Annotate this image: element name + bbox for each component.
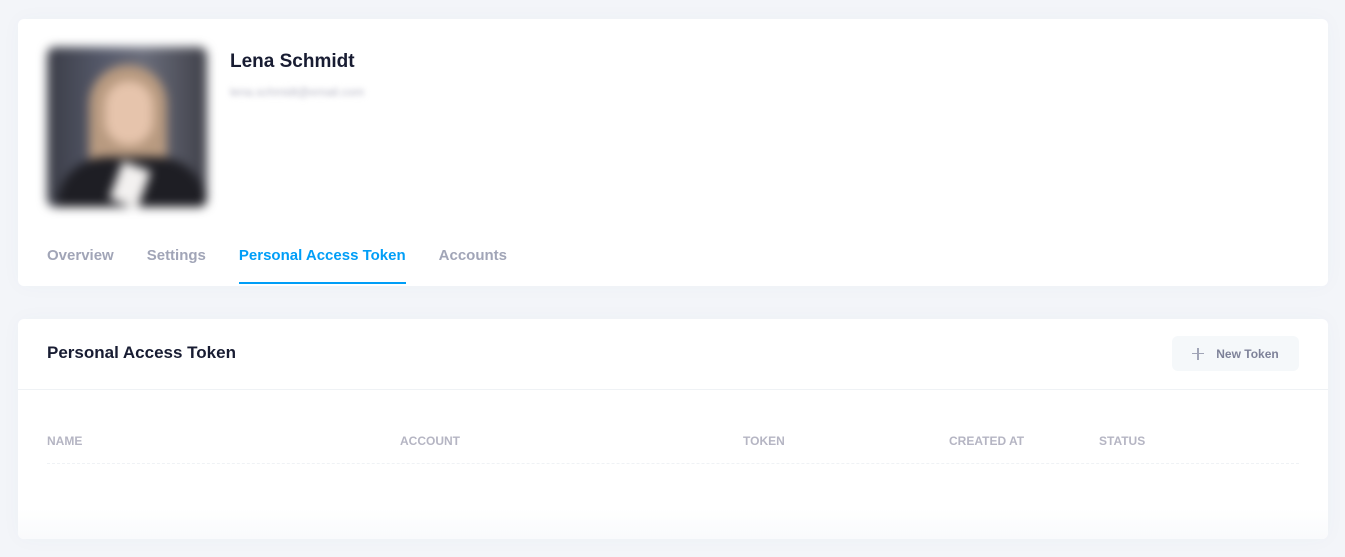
- token-table-body: [18, 509, 1328, 539]
- tab-personal-access-token[interactable]: Personal Access Token: [238, 233, 406, 286]
- token-card: Personal Access Token New Token NAME ACC…: [18, 319, 1328, 539]
- profile-name: Lena Schmidt: [230, 51, 355, 72]
- profile-tabs: Overview Settings Personal Access Token …: [47, 233, 540, 286]
- column-header-status[interactable]: STATUS: [1099, 434, 1145, 448]
- token-card-header: Personal Access Token New Token: [18, 319, 1328, 390]
- column-header-name[interactable]: NAME: [47, 434, 82, 448]
- token-section-title: Personal Access Token: [47, 343, 236, 362]
- new-token-label: New Token: [1216, 346, 1279, 361]
- column-header-created-at[interactable]: CREATED AT: [949, 434, 1024, 448]
- tab-settings[interactable]: Settings: [147, 233, 206, 286]
- column-header-account[interactable]: ACCOUNT: [400, 434, 460, 448]
- avatar: [47, 47, 207, 207]
- token-table-header: NAME ACCOUNT TOKEN CREATED AT STATUS: [47, 426, 1299, 464]
- profile-email: lena.schmidt@email.com: [230, 85, 365, 99]
- column-header-token[interactable]: TOKEN: [743, 434, 785, 448]
- new-token-button[interactable]: New Token: [1172, 336, 1299, 371]
- tab-accounts[interactable]: Accounts: [439, 233, 507, 286]
- tab-overview[interactable]: Overview: [47, 233, 114, 286]
- plus-icon: [1192, 347, 1205, 360]
- profile-card: Lena Schmidt lena.schmidt@email.com Over…: [18, 19, 1328, 286]
